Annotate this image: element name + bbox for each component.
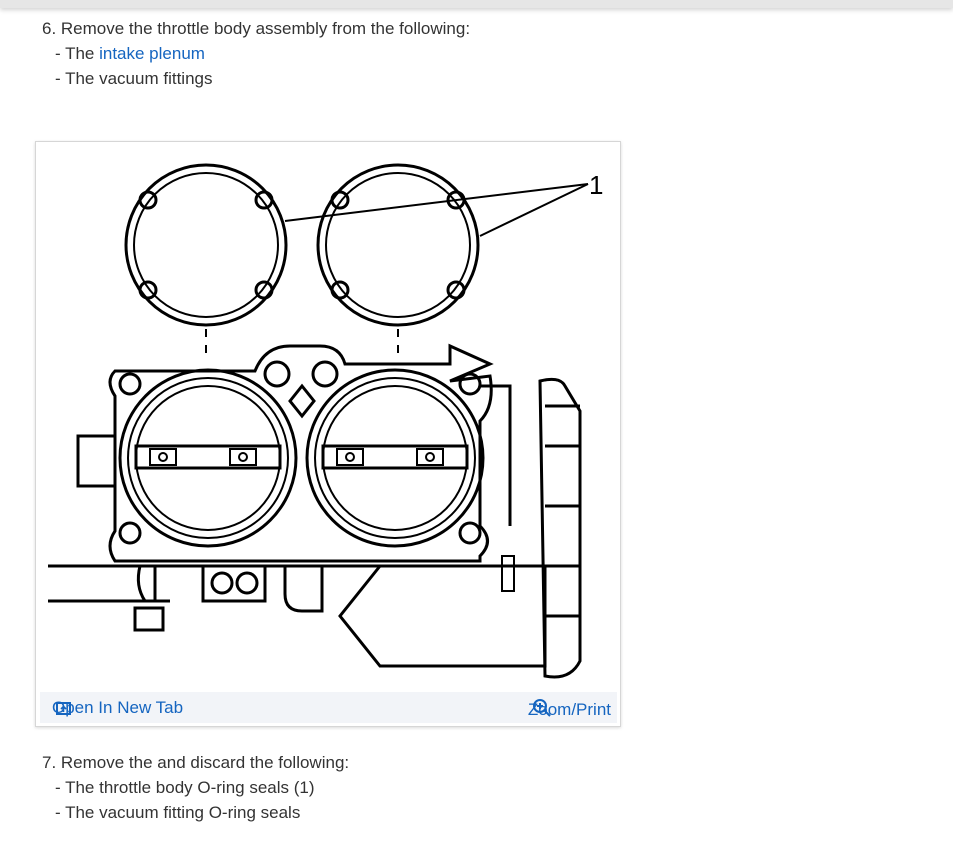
o-ring-right bbox=[316, 163, 480, 327]
top-bar bbox=[0, 0, 953, 8]
open-in-new-tab-icon bbox=[56, 702, 71, 715]
step-7-item-throttle-seals: - The throttle body O-ring seals (1) bbox=[55, 778, 315, 797]
step-7-item-vacuum-seals: - The vacuum fitting O-ring seals bbox=[55, 803, 301, 822]
item-prefix: - The bbox=[55, 44, 100, 63]
zoom-print-button[interactable]: Zoom/Print bbox=[528, 694, 611, 720]
throttle-body-figure: 1 Open In New Tab Zoom/Print bbox=[35, 141, 621, 727]
zoom-in-icon bbox=[532, 699, 551, 717]
bore-right bbox=[305, 368, 485, 548]
intake-plenum-link[interactable]: intake plenum bbox=[99, 44, 205, 63]
o-ring-left bbox=[124, 163, 288, 327]
step-6-item-vacuum-fittings: - The vacuum fittings bbox=[55, 69, 213, 88]
throttle-body-diagram: 1 bbox=[48, 163, 603, 679]
bore-left bbox=[118, 368, 298, 548]
open-in-new-tab-label: Open In New Tab bbox=[52, 698, 184, 717]
figure-footer: Open In New Tab Zoom/Print bbox=[40, 692, 617, 723]
step-6-item-intake-plenum: - The intake plenum bbox=[55, 41, 205, 66]
step-7-heading: 7. Remove the and discard the following: bbox=[42, 753, 350, 772]
open-in-new-tab-button[interactable]: Open In New Tab bbox=[52, 698, 183, 718]
step-6-heading: 6. Remove the throttle body assembly fro… bbox=[42, 19, 471, 38]
callout-label: 1 bbox=[589, 170, 603, 200]
